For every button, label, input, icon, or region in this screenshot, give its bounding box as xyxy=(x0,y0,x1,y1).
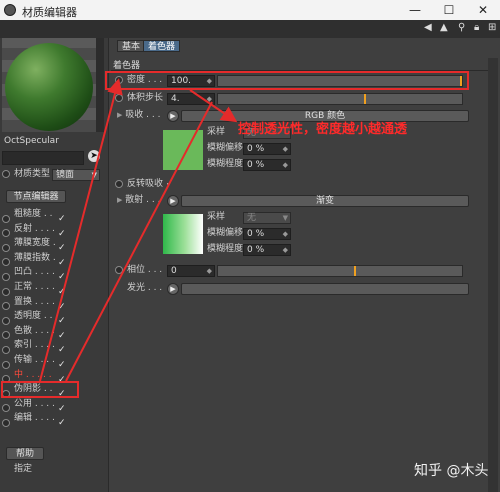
watermark: 知乎 @木头 xyxy=(414,463,489,479)
annotation-text: 控制透光性，密度越小越通透 xyxy=(238,122,408,137)
arrow-line xyxy=(39,78,123,382)
arrow-line xyxy=(65,101,213,382)
annotation-arrows xyxy=(39,78,238,382)
arrow-line xyxy=(189,89,238,123)
